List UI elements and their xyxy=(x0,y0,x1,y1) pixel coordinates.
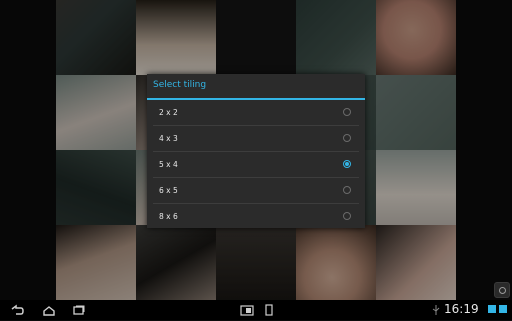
tiling-option-8x6[interactable]: 8 x 6 xyxy=(147,204,365,229)
back-icon[interactable] xyxy=(10,303,24,317)
battery-icon xyxy=(499,305,507,313)
tiling-option-5x4[interactable]: 5 x 4 xyxy=(147,152,365,177)
home-icon[interactable] xyxy=(42,303,56,317)
option-label: 5 x 4 xyxy=(159,160,178,169)
system-navigation-bar: 16:19 xyxy=(0,300,512,320)
select-tiling-dialog: Select tiling 2 x 2 4 x 3 5 x 4 6 x 5 8 … xyxy=(147,74,365,228)
option-label: 8 x 6 xyxy=(159,212,178,221)
recents-icon[interactable] xyxy=(72,303,86,317)
tiling-option-4x3[interactable]: 4 x 3 xyxy=(147,126,365,151)
radio-selected-icon[interactable] xyxy=(343,160,351,168)
radio-icon[interactable] xyxy=(343,186,351,194)
option-label: 2 x 2 xyxy=(159,108,178,117)
usb-icon xyxy=(429,303,443,317)
tiling-option-2x2[interactable]: 2 x 2 xyxy=(147,100,365,125)
phone-icon[interactable] xyxy=(262,303,276,317)
radio-icon[interactable] xyxy=(343,212,351,220)
screenshot-icon[interactable] xyxy=(240,303,254,317)
wifi-icon xyxy=(488,305,496,313)
tiling-option-6x5[interactable]: 6 x 5 xyxy=(147,178,365,203)
clock[interactable]: 16:19 xyxy=(444,302,479,316)
radio-icon[interactable] xyxy=(343,134,351,142)
option-label: 6 x 5 xyxy=(159,186,178,195)
dialog-title: Select tiling xyxy=(153,80,207,90)
menu-overflow-button[interactable] xyxy=(494,282,510,298)
radio-icon[interactable] xyxy=(343,108,351,116)
option-label: 4 x 3 xyxy=(159,134,178,143)
